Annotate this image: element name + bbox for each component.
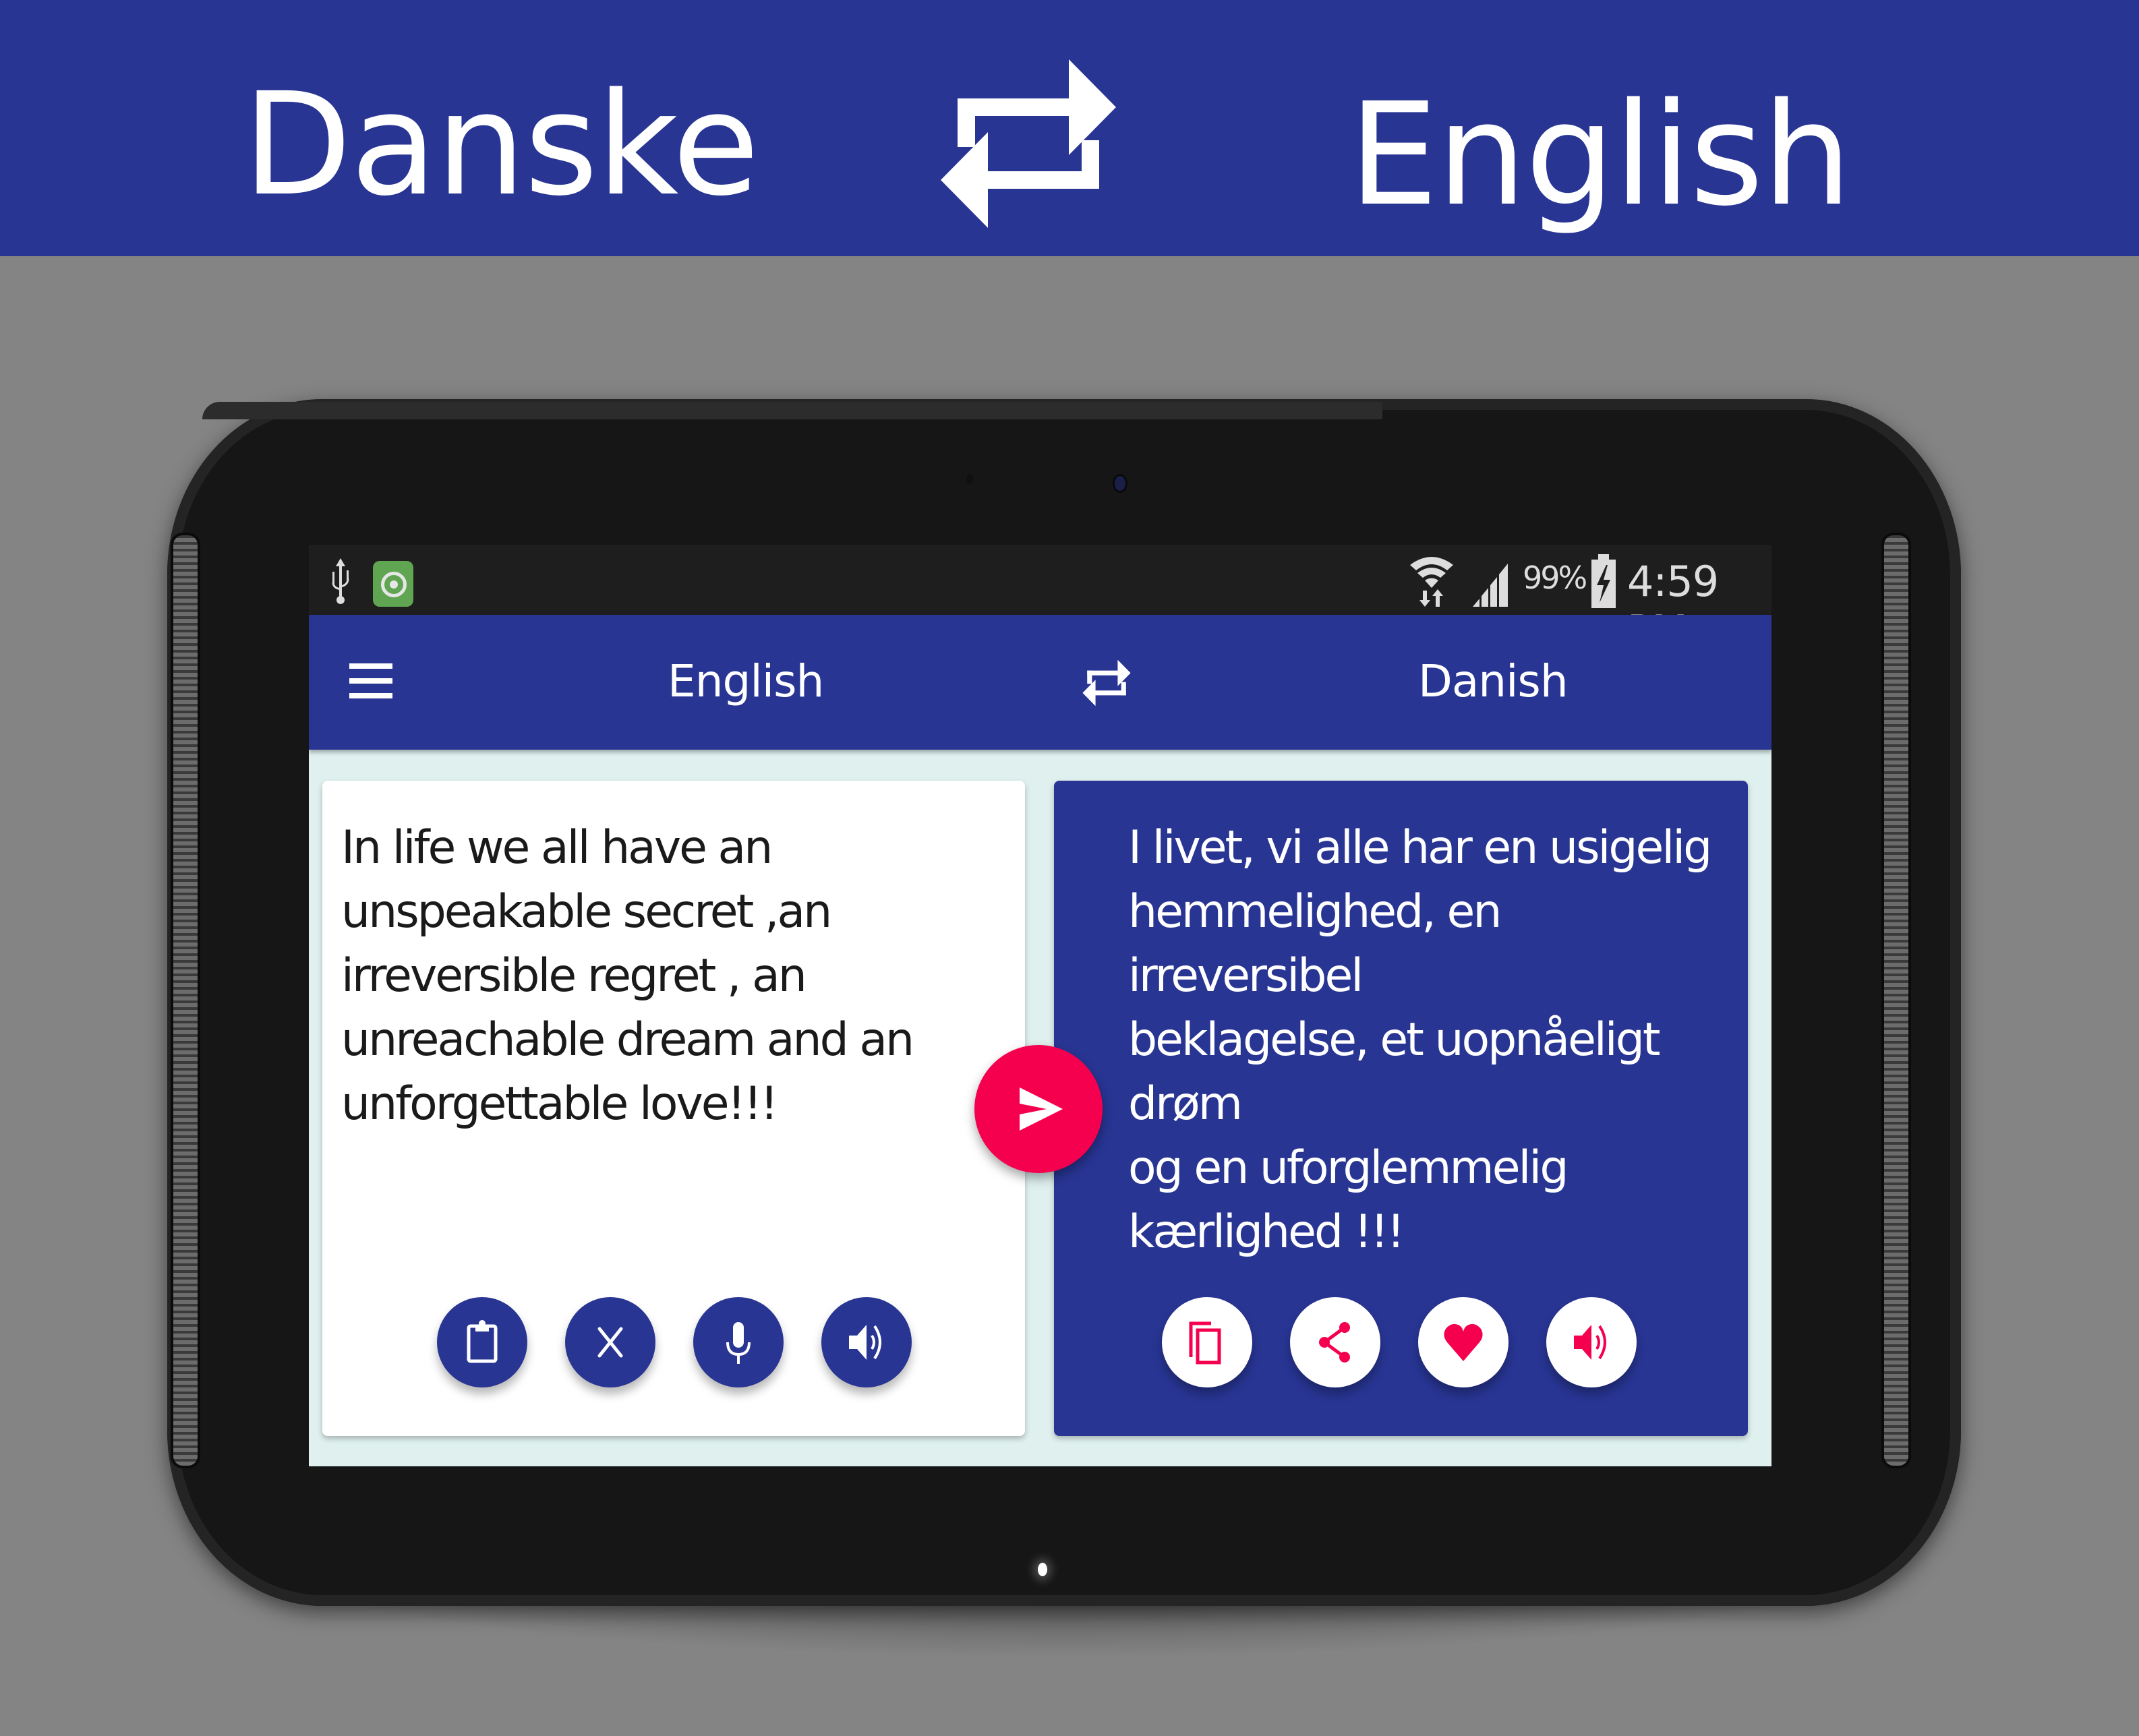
- close-icon: [597, 1327, 623, 1358]
- translate-button[interactable]: [974, 1045, 1103, 1173]
- share-button[interactable]: [1290, 1297, 1380, 1387]
- copy-button[interactable]: [1162, 1297, 1252, 1387]
- speaker-icon: [1574, 1325, 1606, 1360]
- source-text-input[interactable]: In life we all have an unspeakable secre…: [341, 816, 989, 1136]
- paste-button[interactable]: [437, 1297, 527, 1387]
- speak-translation-button[interactable]: [1546, 1297, 1637, 1387]
- app-toolbar: English Danish: [309, 615, 1771, 750]
- clear-button[interactable]: [565, 1297, 655, 1387]
- input-card: In life we all have an unspeakable secre…: [322, 781, 1025, 1436]
- speaker-grille-right: [1881, 533, 1911, 1468]
- usb-icon: [332, 558, 349, 604]
- cell-signal-icon: [1473, 564, 1508, 607]
- banner-target-language: English: [1349, 72, 1852, 237]
- translated-text: I livet, vi alle har en usigelig hemmeli…: [1128, 821, 1712, 1259]
- front-camera: [1113, 474, 1127, 493]
- banner-source-language: Danske: [243, 62, 759, 227]
- tablet-bezel-highlight: [202, 402, 1382, 419]
- source-language-selector[interactable]: English: [668, 655, 824, 707]
- output-card: I livet, vi alle har en usigelig hemmeli…: [1054, 781, 1748, 1436]
- favorite-button[interactable]: [1418, 1297, 1508, 1387]
- microphone-icon: [726, 1322, 751, 1364]
- target-language-selector[interactable]: Danish: [1418, 655, 1569, 707]
- heart-icon: [1444, 1323, 1483, 1361]
- promo-banner: Danske English: [0, 0, 2139, 256]
- battery-percent: 99%: [1523, 560, 1587, 596]
- voice-input-button[interactable]: [693, 1297, 784, 1387]
- speak-source-button[interactable]: [821, 1297, 912, 1387]
- notification-app-icon: [373, 561, 413, 607]
- proximity-sensor: [966, 474, 973, 485]
- app-screen: 99% 4:59 PM English Danish In life we: [309, 545, 1771, 1466]
- swap-languages-button[interactable]: [1082, 654, 1132, 712]
- share-icon: [1319, 1322, 1350, 1363]
- status-bar: 99% 4:59 PM: [309, 545, 1771, 655]
- wifi-data-icon: [1410, 557, 1453, 607]
- speaker-grille-left: [171, 533, 200, 1468]
- battery-charging-icon: [1591, 554, 1616, 608]
- hamburger-menu-icon[interactable]: [349, 662, 392, 700]
- send-icon: [1020, 1087, 1063, 1131]
- swap-arrows-icon: [941, 59, 1116, 228]
- clipboard-icon: [467, 1320, 498, 1363]
- copy-icon: [1189, 1321, 1221, 1365]
- speaker-icon: [849, 1325, 881, 1360]
- notification-led: [1038, 1563, 1047, 1576]
